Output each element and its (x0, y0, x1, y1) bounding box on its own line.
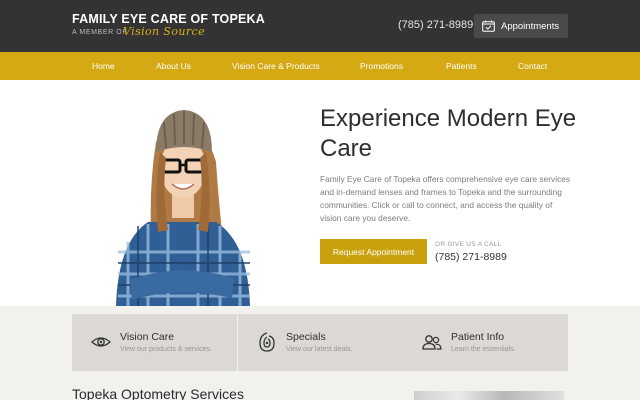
nav-item-patients[interactable]: Patients (446, 52, 477, 80)
features-band: Vision Care View our products & services… (0, 306, 640, 400)
feature-card-specials[interactable]: Specials View our latest deals. (238, 314, 403, 371)
hero-description: Family Eye Care of Topeka offers compreh… (320, 174, 571, 223)
vision-source-logo[interactable]: Vision Source (123, 25, 205, 38)
call-label: OR GIVE US A CALL (435, 241, 502, 248)
nav-item-home[interactable]: Home (92, 52, 115, 80)
hero-section: Experience Modern Eye Care Family Eye Ca… (0, 80, 640, 306)
feature-title: Patient Info (451, 331, 505, 343)
feature-card-patient-info[interactable]: Patient Info Learn the essentials. (403, 314, 568, 371)
nav-item-contact[interactable]: Contact (518, 52, 547, 80)
section-heading: Topeka Optometry Services (72, 386, 244, 400)
appointments-button[interactable]: Appointments (474, 14, 568, 38)
request-appointment-button[interactable]: Request Appointment (320, 239, 427, 264)
calendar-check-icon (482, 20, 495, 32)
nav-item-about-us[interactable]: About Us (156, 52, 191, 80)
feature-title: Vision Care (120, 331, 175, 343)
hero-phone-link[interactable]: (785) 271-8989 (435, 251, 507, 263)
feature-subtitle: View our products & services. (120, 346, 213, 353)
feature-title: Specials (286, 331, 326, 343)
eye-icon (90, 331, 112, 353)
nav-item-promotions[interactable]: Promotions (360, 52, 403, 80)
main-nav: Home About Us Vision Care & Products Pro… (0, 52, 640, 80)
feature-subtitle: View our latest deals. (286, 346, 353, 353)
feature-subtitle: Learn the essentials. (451, 346, 516, 353)
member-of-text: A MEMBER OF (72, 29, 128, 36)
feature-card-vision-care[interactable]: Vision Care View our products & services… (72, 314, 237, 371)
people-icon (421, 331, 443, 353)
hero-woman-photo (108, 102, 258, 306)
tag-swirl-icon (256, 331, 278, 353)
header-phone-link[interactable]: (785) 271-8989 (398, 19, 473, 31)
appointments-label: Appointments (501, 20, 560, 32)
office-photo (414, 391, 564, 400)
site-title[interactable]: FAMILY EYE CARE OF TOPEKA (72, 12, 265, 26)
site-header: FAMILY EYE CARE OF TOPEKA A MEMBER OF Vi… (0, 0, 640, 52)
hero-title: Experience Modern Eye Care (320, 105, 577, 162)
nav-item-vision-care-products[interactable]: Vision Care & Products (232, 52, 320, 80)
